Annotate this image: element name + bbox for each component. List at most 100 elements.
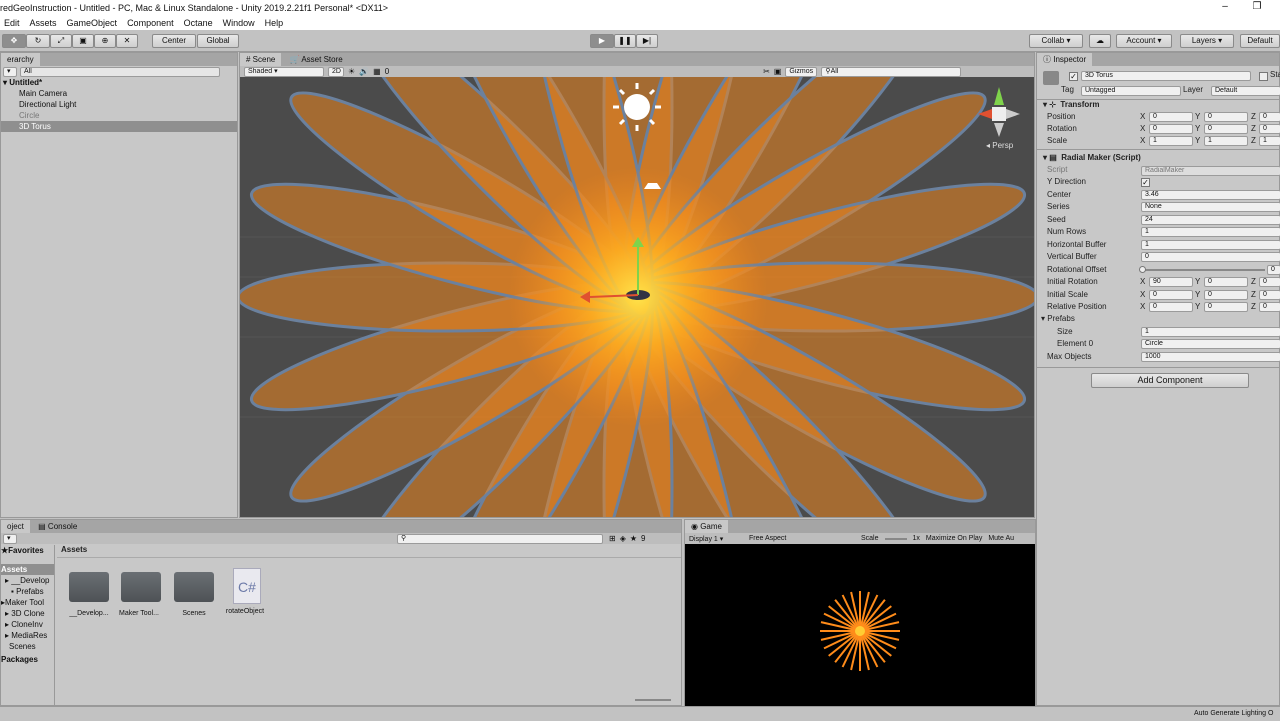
series-dropdown[interactable]: None	[1141, 202, 1280, 212]
object-name-field[interactable]: 3D Torus	[1081, 71, 1251, 81]
position-y[interactable]: 0	[1204, 112, 1248, 122]
assets-breadcrumb[interactable]: Assets	[61, 544, 87, 556]
project-search-input[interactable]: ⚲	[397, 533, 603, 544]
tree-develop[interactable]: ▸ __Develop	[1, 575, 54, 586]
transform-header[interactable]: ▾ ⊹ Transform	[1043, 99, 1100, 111]
asset-rotateobject[interactable]: C# rotateObject	[226, 568, 267, 615]
menu-help[interactable]: Help	[265, 18, 284, 28]
filter-label-icon[interactable]: ◈	[620, 534, 626, 543]
effects-icon[interactable]: ▦	[373, 67, 381, 76]
initial-scale-y[interactable]: 0	[1204, 290, 1248, 300]
menu-assets[interactable]: Assets	[30, 18, 57, 28]
tab-game[interactable]: ◉ Game	[685, 520, 728, 533]
scale-z[interactable]: 1	[1259, 136, 1280, 146]
scale-x[interactable]: 1	[1149, 136, 1193, 146]
tree-prefabs[interactable]: ▪ Prefabs	[1, 586, 54, 597]
persp-label[interactable]: ◂ Persp	[986, 141, 1013, 150]
play-button[interactable]: ▶	[590, 34, 614, 48]
scale-slider[interactable]	[884, 537, 907, 540]
add-component-button[interactable]: Add Component	[1091, 373, 1249, 388]
asset-maker-tool[interactable]: Maker Tool...	[119, 572, 161, 617]
num-rows-field[interactable]: 1	[1141, 227, 1280, 237]
tab-inspector[interactable]: ⓘ Inspector	[1037, 53, 1093, 66]
tab-scene[interactable]: # Scene	[240, 53, 282, 66]
menu-component[interactable]: Component	[127, 18, 174, 28]
transform-tool-icon[interactable]: ⊕	[94, 34, 116, 48]
tree-mediares[interactable]: ▸ MediaRes	[1, 630, 54, 641]
menu-octane[interactable]: Octane	[184, 18, 213, 28]
filter-type-icon[interactable]: ⊞	[609, 534, 616, 543]
y-direction-checkbox[interactable]: ✓	[1141, 178, 1150, 187]
project-create-dropdown[interactable]: ▾	[3, 533, 17, 544]
step-button[interactable]: ▶|	[636, 34, 658, 48]
layers-dropdown[interactable]: Layers ▾	[1180, 34, 1234, 48]
shading-mode-dropdown[interactable]: Shaded ▾	[244, 66, 324, 77]
hierarchy-item-directional-light[interactable]: Directional Light	[1, 99, 237, 110]
scale-tool-icon[interactable]: ⤢	[50, 34, 72, 48]
tree-maker-tool[interactable]: ▸Maker Tool	[1, 597, 54, 608]
restore-button[interactable]: ❐	[1240, 0, 1274, 16]
rotation-x[interactable]: 0	[1149, 124, 1193, 134]
aspect-dropdown[interactable]: Free Aspect	[749, 535, 855, 542]
rect-tool-icon[interactable]: ▣	[72, 34, 94, 48]
tab-asset-store[interactable]: 🛒 Asset Store	[284, 53, 349, 66]
game-viewport[interactable]	[685, 544, 1035, 706]
hierarchy-item-main-camera[interactable]: Main Camera	[1, 88, 237, 99]
audio-icon[interactable]: 🔊	[359, 67, 369, 76]
rotation-y[interactable]: 0	[1204, 124, 1248, 134]
position-x[interactable]: 0	[1149, 112, 1193, 122]
center-field[interactable]: 3.46	[1141, 190, 1280, 200]
menu-gameobject[interactable]: GameObject	[67, 18, 118, 28]
display-dropdown[interactable]: Display 1 ▾	[689, 535, 743, 543]
tab-hierarchy[interactable]: erarchy	[1, 53, 40, 66]
cloud-icon[interactable]: ☁	[1089, 34, 1111, 48]
pivot-center-button[interactable]: Center	[152, 34, 196, 48]
scene-root[interactable]: ▾ Untitled*	[1, 77, 237, 88]
hierarchy-search-input[interactable]: All	[20, 67, 220, 77]
scene-viewport[interactable]: ◂ Persp	[240, 77, 1034, 517]
custom-tool-icon[interactable]: ✕	[116, 34, 138, 48]
camera-icon[interactable]: ▣	[774, 67, 782, 76]
account-dropdown[interactable]: Account ▾	[1116, 34, 1172, 48]
scale-y[interactable]: 1	[1204, 136, 1248, 146]
radial-maker-header[interactable]: ▾ ▤ Radial Maker (Script)	[1043, 152, 1141, 164]
initial-scale-z[interactable]: 0	[1259, 290, 1280, 300]
2d-toggle[interactable]: 2D	[328, 66, 344, 77]
icon-size-slider[interactable]	[635, 699, 671, 701]
static-checkbox[interactable]	[1259, 72, 1268, 81]
tab-project[interactable]: oject	[1, 520, 30, 533]
tree-3d-clone[interactable]: ▸ 3D Clone	[1, 608, 54, 619]
tree-packages[interactable]: Packages	[1, 654, 54, 665]
asset-scenes[interactable]: Scenes	[174, 572, 214, 617]
rotation-z[interactable]: 0	[1259, 124, 1280, 134]
menu-edit[interactable]: Edit	[4, 18, 20, 28]
vertical-buffer-field[interactable]: 0	[1141, 252, 1280, 262]
tools-icon[interactable]: ✂	[763, 67, 770, 76]
position-z[interactable]: 0	[1259, 112, 1280, 122]
max-objects-field[interactable]: 1000	[1141, 352, 1280, 362]
rotational-offset-slider[interactable]	[1141, 269, 1265, 271]
initial-rotation-z[interactable]: 0	[1259, 277, 1280, 287]
seed-field[interactable]: 24	[1141, 215, 1280, 225]
relative-position-z[interactable]: 0	[1259, 302, 1280, 312]
mute-audio-toggle[interactable]: Mute Au	[988, 535, 1014, 542]
tree-assets[interactable]: Assets	[1, 564, 54, 575]
initial-rotation-y[interactable]: 0	[1204, 277, 1248, 287]
tree-scenes[interactable]: Scenes	[1, 641, 54, 652]
script-field[interactable]: RadialMaker	[1141, 166, 1280, 176]
tag-dropdown[interactable]: Untagged	[1081, 86, 1181, 96]
move-tool-icon[interactable]: ✥	[2, 34, 26, 48]
pause-button[interactable]: ❚❚	[614, 34, 636, 48]
hierarchy-item-3d-torus[interactable]: 3D Torus	[1, 121, 237, 132]
minimize-button[interactable]: –	[1208, 0, 1242, 16]
create-dropdown[interactable]: ▾	[3, 67, 17, 77]
maximize-on-play-toggle[interactable]: Maximize On Play	[926, 535, 982, 542]
initial-rotation-x[interactable]: 90	[1149, 277, 1193, 287]
relative-position-y[interactable]: 0	[1204, 302, 1248, 312]
slider-handle[interactable]	[1139, 266, 1146, 273]
menu-window[interactable]: Window	[223, 18, 255, 28]
initial-scale-x[interactable]: 0	[1149, 290, 1193, 300]
pivot-global-button[interactable]: Global	[197, 34, 239, 48]
rotate-tool-icon[interactable]: ↻	[26, 34, 50, 48]
relative-position-x[interactable]: 0	[1149, 302, 1193, 312]
